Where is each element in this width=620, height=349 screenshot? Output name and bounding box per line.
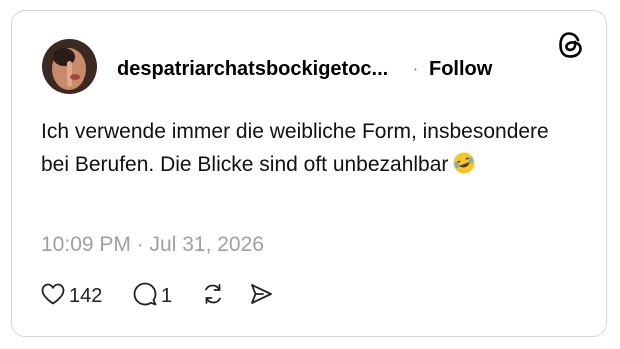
reply-count: 1 bbox=[161, 285, 173, 307]
avatar[interactable] bbox=[42, 39, 97, 94]
comment-icon bbox=[132, 281, 158, 312]
like-count: 142 bbox=[69, 285, 103, 307]
threads-logo-icon[interactable] bbox=[558, 31, 584, 59]
share-button[interactable] bbox=[248, 281, 274, 311]
laughing-emoji-icon bbox=[452, 151, 476, 185]
like-button[interactable]: 142 bbox=[40, 281, 102, 311]
username[interactable]: despatriarchatsbockigetoc... bbox=[117, 56, 388, 82]
repost-icon bbox=[200, 281, 226, 312]
heart-icon bbox=[40, 282, 66, 311]
send-icon bbox=[248, 281, 274, 312]
repost-button[interactable] bbox=[200, 281, 226, 311]
separator-dot: · bbox=[412, 58, 419, 80]
post-timestamp[interactable]: 10:09 PM · Jul 31, 2026 bbox=[41, 231, 264, 259]
post-body: Ich verwende immer die weibliche Form, i… bbox=[41, 115, 561, 185]
reply-button[interactable]: 1 bbox=[132, 281, 172, 311]
follow-button[interactable]: Follow bbox=[429, 56, 492, 82]
